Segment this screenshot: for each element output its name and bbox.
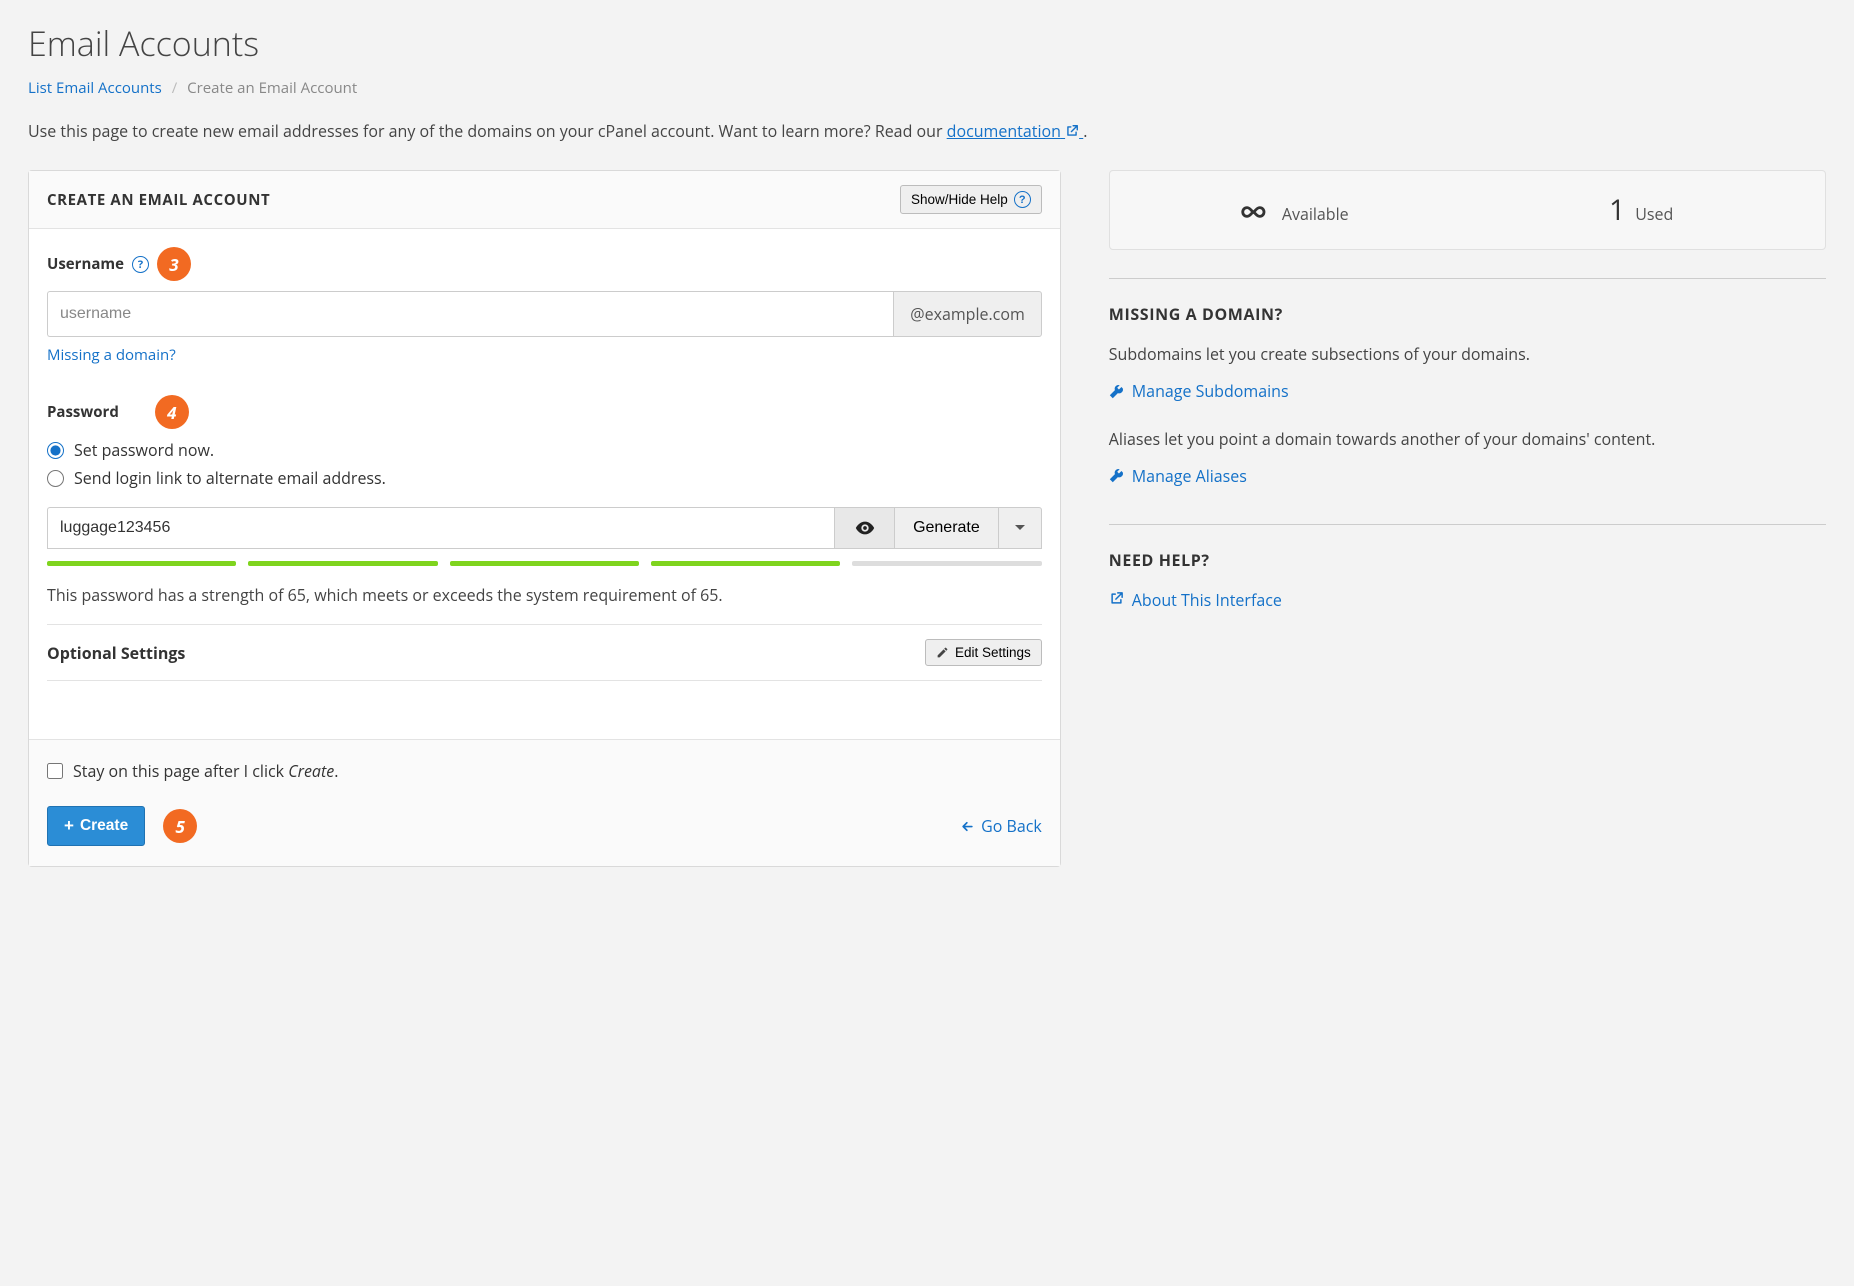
stay-on-page-checkbox[interactable] [47,763,63,779]
intro-text: Use this page to create new email addres… [28,120,1826,142]
generate-options-dropdown[interactable] [998,507,1042,549]
toggle-help-button[interactable]: Show/Hide Help ? [900,185,1042,214]
step-badge-3: 3 [157,247,191,281]
step-badge-4: 4 [155,395,189,429]
breadcrumb-separator: / [166,78,184,98]
generate-password-button[interactable]: Generate [894,507,998,549]
manage-subdomains-link[interactable]: Manage Subdomains [1109,380,1289,402]
help-icon: ? [1014,191,1031,208]
edit-settings-button[interactable]: Edit Settings [925,639,1042,666]
documentation-link[interactable]: documentation [947,120,1084,142]
infinity-icon [1239,191,1276,229]
sidebar-need-help-heading: NEED HELP? [1109,549,1826,571]
password-input[interactable] [47,507,834,549]
about-interface-link[interactable]: About This Interface [1109,589,1282,611]
sidebar-aliases-text: Aliases let you point a domain towards a… [1109,428,1826,451]
external-link-icon [1109,589,1124,611]
stay-on-page-checkbox-row[interactable]: Stay on this page after I click Create. [47,760,1042,782]
panel-heading: CREATE AN EMAIL ACCOUNT [47,190,270,210]
radio-send-link-input[interactable] [47,470,64,487]
breadcrumb-list-link[interactable]: List Email Accounts [28,78,162,98]
eye-icon [854,517,876,539]
wrench-icon [1109,384,1124,399]
password-strength-meter [47,561,1042,566]
toggle-password-visibility-button[interactable] [834,507,894,549]
password-strength-text: This password has a strength of 65, whic… [47,584,1042,606]
plus-icon: + [64,816,74,836]
quota-stat-box: Available 1 Used [1109,170,1826,250]
username-label: Username [47,254,124,274]
optional-settings-heading: Optional Settings [47,642,185,664]
arrow-left-icon [960,819,975,834]
domain-suffix: @example.com [893,291,1042,337]
password-label: Password [47,402,119,422]
radio-send-login-link[interactable]: Send login link to alternate email addre… [47,467,1042,489]
caret-down-icon [1014,524,1026,532]
step-badge-5: 5 [163,809,197,843]
breadcrumb: List Email Accounts / Create an Email Ac… [28,78,1826,98]
sidebar-missing-domain-heading: MISSING A DOMAIN? [1109,303,1826,325]
pencil-icon [936,646,949,659]
sidebar-subdomains-text: Subdomains let you create subsections of… [1109,343,1826,366]
go-back-link[interactable]: Go Back [960,815,1042,837]
manage-aliases-link[interactable]: Manage Aliases [1109,465,1247,487]
username-input[interactable] [47,291,893,337]
wrench-icon [1109,468,1124,483]
username-help-icon[interactable]: ? [132,256,149,273]
missing-domain-link[interactable]: Missing a domain? [47,345,176,365]
create-account-panel: CREATE AN EMAIL ACCOUNT Show/Hide Help ?… [28,170,1061,867]
stat-used: 1 Used [1467,191,1815,229]
radio-set-password-now[interactable]: Set password now. [47,439,1042,461]
breadcrumb-current: Create an Email Account [187,78,357,98]
radio-set-now-input[interactable] [47,442,64,459]
stat-available: Available [1120,191,1468,229]
page-title: Email Accounts [28,20,1826,66]
external-link-icon [1065,120,1083,142]
create-button[interactable]: + Create [47,806,145,846]
